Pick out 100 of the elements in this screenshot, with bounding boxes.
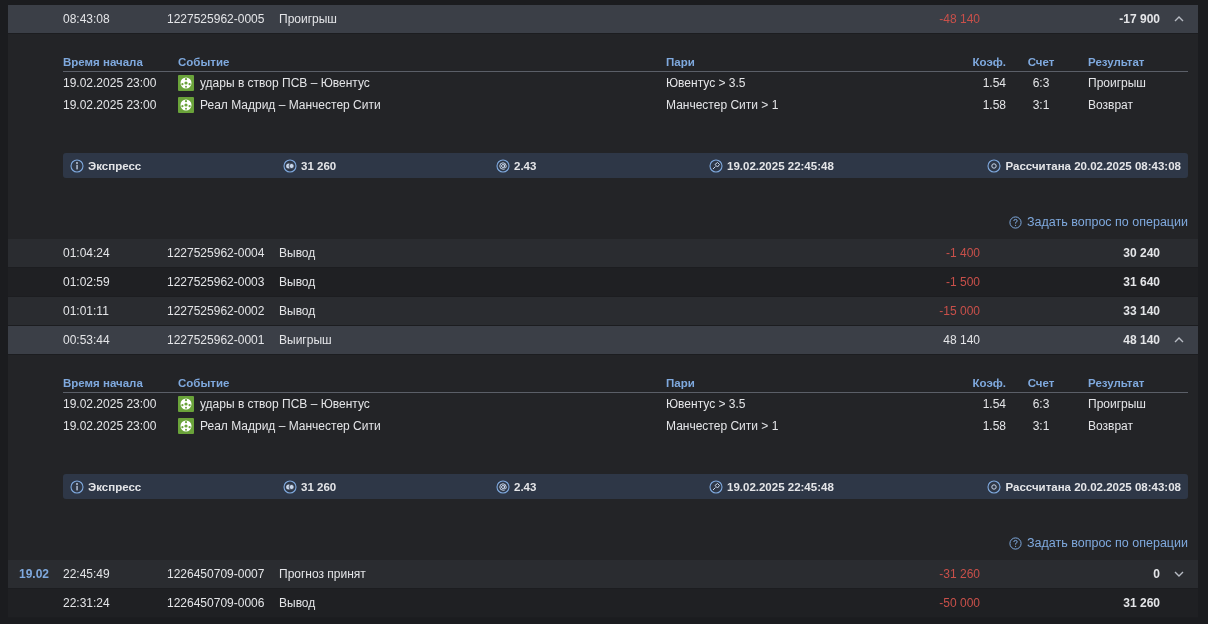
operation-id-cell-text: 1226450709-0006 [167, 596, 266, 610]
start-time-cell-text: 19.02.2025 23:00 [63, 98, 158, 112]
operation-type-cell-text: Вывод [279, 596, 317, 610]
pick-cell-text: Манчестер Сити > 1 [666, 419, 780, 433]
at-sign-icon [496, 479, 510, 494]
odds-cell-text: 1.54 [981, 76, 1006, 90]
event-cell: Реал Мадрид – Манчестер Сити [200, 98, 381, 112]
operation-id-cell-text: 1227525962-0002 [167, 304, 266, 318]
amount-cell-text: -31 260 [938, 567, 980, 581]
event-cell: удары в створ ПСВ – Ювентус [200, 76, 370, 90]
column-header: Событие [178, 376, 231, 389]
score-cell-text: 3:1 [1031, 98, 1051, 112]
time-cell-text: 01:04:24 [63, 246, 111, 260]
result-cell-text: Проигрыш [1087, 76, 1147, 90]
coins-icon [283, 158, 297, 173]
coins-icon [283, 479, 297, 494]
column-header: Результат [1087, 55, 1146, 68]
pick-cell-text: Ювентус > 3.5 [666, 397, 747, 411]
result-cell-text: Возврат [1087, 98, 1134, 112]
odds-cell-text: 1.54 [981, 397, 1006, 411]
operation-type-cell-text: Вывод [279, 275, 317, 289]
time-cell-text: 22:31:24 [63, 596, 111, 610]
target-icon [987, 158, 1002, 173]
settled-text: Рассчитана 20.02.2025 08:43:08 [1005, 480, 1181, 493]
odds-cell-text: 1.58 [981, 98, 1006, 112]
column-header: Событие [178, 55, 231, 68]
operation-id-cell-text: 1227525962-0005 [167, 12, 266, 26]
operation-id-cell-text: 1226450709-0007 [167, 567, 266, 581]
event-cell: удары в створ ПСВ – Ювентус [200, 397, 370, 411]
soccer-ball-icon [178, 97, 194, 113]
soccer-ball-icon [178, 396, 194, 412]
date-label: 19.02 [19, 567, 50, 581]
ask-question-link[interactable]: Задать вопрос по операции [1009, 215, 1188, 229]
placed-time-text: 19.02.2025 22:45:48 [727, 159, 834, 172]
bet-type-text: Экспресс [88, 159, 142, 172]
balance-cell-text: -17 900 [1118, 12, 1160, 26]
help-icon [1009, 215, 1023, 229]
at-sign-icon [496, 158, 510, 173]
pick-cell-text: Манчестер Сити > 1 [666, 98, 780, 112]
score-cell-text: 3:1 [1031, 419, 1051, 433]
start-time-cell-text: 19.02.2025 23:00 [63, 419, 158, 433]
expand-chevron-icon[interactable] [1174, 571, 1184, 577]
pin-icon [709, 479, 723, 494]
time-cell-text: 01:01:11 [63, 304, 110, 318]
operation-type-cell-text: Вывод [279, 246, 317, 260]
collapse-chevron-icon[interactable] [1174, 16, 1184, 22]
collapse-chevron-icon[interactable] [1174, 337, 1184, 343]
start-time-cell-text: 19.02.2025 23:00 [63, 397, 158, 411]
column-header: Время начала [63, 376, 144, 389]
time-cell-text: 22:45:49 [63, 567, 111, 581]
odds-cell-text: 1.58 [981, 419, 1006, 433]
column-header: Пари [666, 55, 696, 68]
time-cell-text: 01:02:59 [63, 275, 111, 289]
balance-cell-text: 31 640 [1122, 275, 1160, 289]
balance-cell-text: 33 140 [1122, 304, 1160, 318]
target-icon [987, 479, 1002, 494]
column-header: Время начала [63, 55, 144, 68]
time-cell-text: 00:53:44 [63, 333, 111, 347]
amount-cell-text: 48 140 [942, 333, 980, 347]
stake-text: 31 260 [301, 159, 337, 172]
amount-cell-text: -48 140 [938, 12, 980, 26]
soccer-ball-icon [178, 75, 194, 91]
result-cell-text: Возврат [1087, 419, 1134, 433]
balance-cell-text: 31 260 [1122, 596, 1160, 610]
balance-cell-text: 48 140 [1122, 333, 1160, 347]
info-icon [70, 158, 84, 173]
total-odds-text: 2.43 [514, 480, 537, 493]
operation-id-cell-text: 1227525962-0004 [167, 246, 266, 260]
start-time-cell-text: 19.02.2025 23:00 [63, 76, 158, 90]
operation-type-cell-text: Проигрыш [279, 12, 338, 26]
amount-cell-text: -15 000 [938, 304, 980, 318]
amount-cell-text: -50 000 [938, 596, 980, 610]
pick-cell-text: Ювентус > 3.5 [666, 76, 747, 90]
column-header: Счет [1026, 55, 1056, 68]
stake-text: 31 260 [301, 480, 337, 493]
score-cell-text: 6:3 [1031, 397, 1051, 411]
event-cell: Реал Мадрид – Манчестер Сити [200, 419, 381, 433]
result-cell-text: Проигрыш [1087, 397, 1147, 411]
column-header: Пари [666, 376, 696, 389]
operation-id-cell-text: 1227525962-0003 [167, 275, 266, 289]
column-header: Коэф. [971, 376, 1006, 389]
operation-type-cell-text: Выигрыш [279, 333, 333, 347]
ask-question-link[interactable]: Задать вопрос по операции [1009, 536, 1188, 550]
operation-type-cell-text: Прогноз принят [279, 567, 367, 581]
time-cell-text: 08:43:08 [63, 12, 111, 26]
settled-text: Рассчитана 20.02.2025 08:43:08 [1005, 159, 1181, 172]
column-header: Счет [1026, 376, 1056, 389]
amount-cell-text: -1 500 [944, 275, 980, 289]
total-odds-text: 2.43 [514, 159, 537, 172]
operation-id-cell-text: 1227525962-0001 [167, 333, 266, 347]
operation-type-cell-text: Вывод [279, 304, 317, 318]
placed-time-text: 19.02.2025 22:45:48 [727, 480, 834, 493]
pin-icon [709, 158, 723, 173]
bet-type-text: Экспресс [88, 480, 142, 493]
help-icon [1009, 536, 1023, 550]
column-header: Результат [1087, 376, 1146, 389]
amount-cell-text: -1 400 [944, 246, 980, 260]
balance-cell-text: 30 240 [1122, 246, 1160, 260]
balance-cell-text: 0 [1152, 567, 1160, 581]
info-icon [70, 479, 84, 494]
